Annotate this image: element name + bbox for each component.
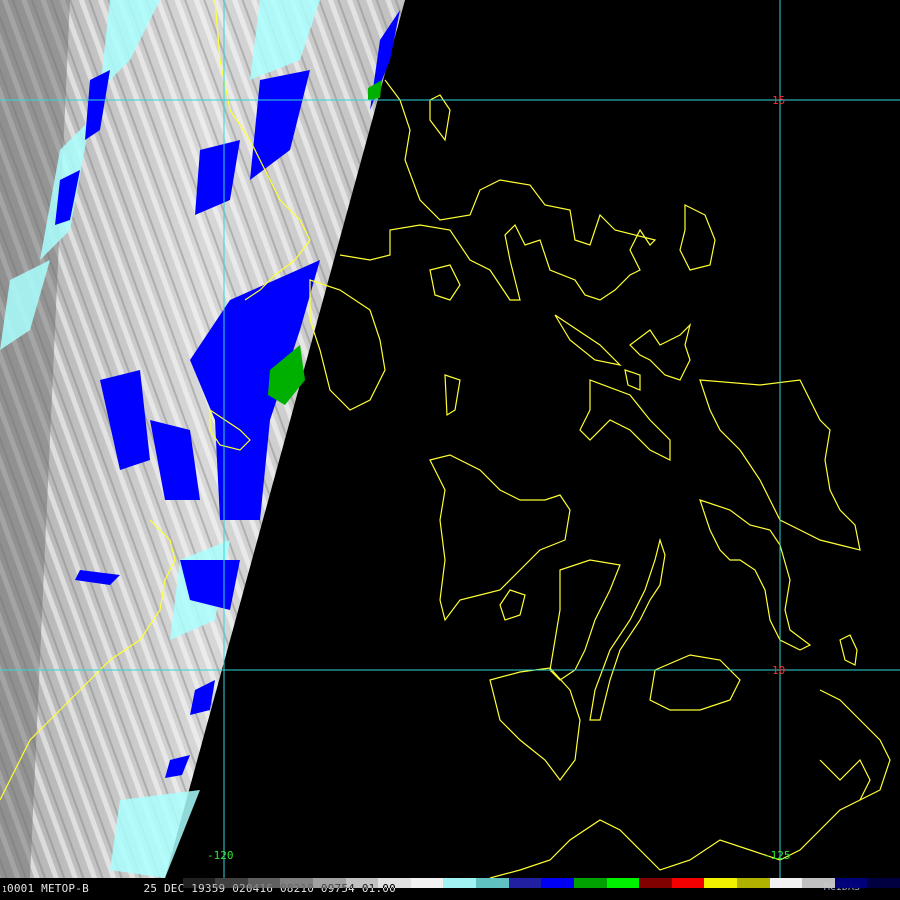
lat-label-10: 10	[772, 664, 785, 677]
footer-info: 10001 METOP-B 25 DEC 19359 020416 08210 …	[2, 882, 396, 895]
colorbar-segment	[802, 878, 835, 888]
colorbar-segment	[541, 878, 574, 888]
colorbar-segment	[671, 878, 705, 888]
colorbar-segment	[834, 878, 868, 888]
colorbar-segment	[573, 878, 607, 888]
lon-label-120: -120	[207, 849, 234, 862]
footer-satellite: 0001 METOP-B	[7, 882, 89, 895]
lat-label-15: 15	[772, 94, 785, 107]
colorbar-segment	[736, 878, 770, 888]
footer-date-info: 25 DEC 19359 020416 08210 09754 01.00	[143, 882, 396, 895]
colorbar-segment	[704, 878, 737, 888]
colorbar-segment	[476, 878, 509, 888]
colorbar-segment	[867, 878, 900, 888]
colorbar-segment	[639, 878, 672, 888]
colorbar-segment	[508, 878, 542, 888]
colorbar-segment	[606, 878, 640, 888]
colorbar-segment	[443, 878, 477, 888]
satellite-map: 15 10 -120 -125	[0, 0, 900, 878]
colorbar-segment	[410, 878, 444, 888]
colorbar-segment	[769, 878, 803, 888]
lon-label-125: -125	[764, 849, 791, 862]
